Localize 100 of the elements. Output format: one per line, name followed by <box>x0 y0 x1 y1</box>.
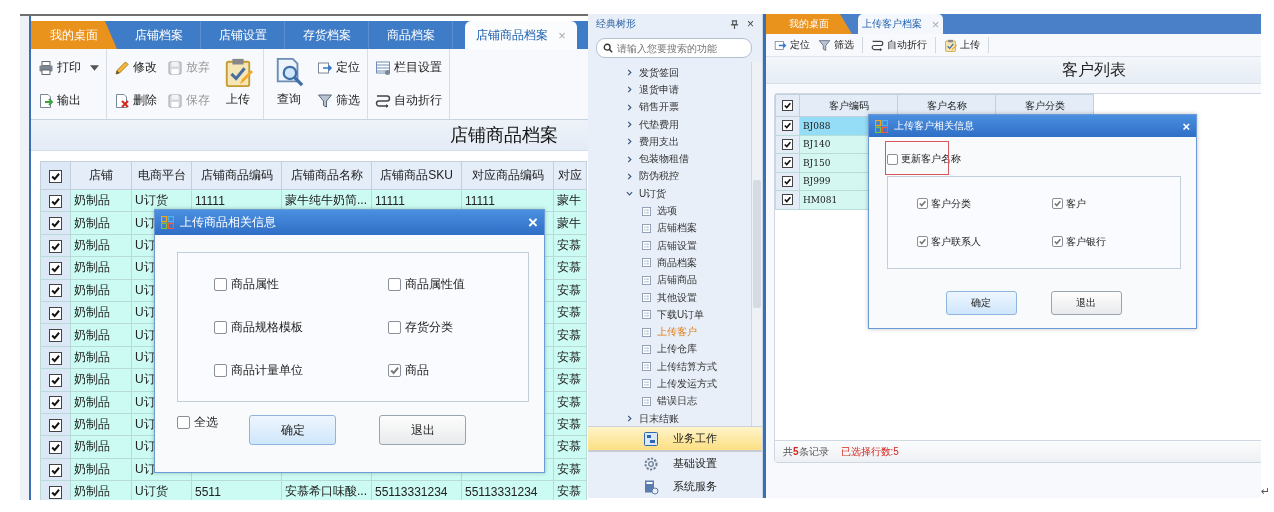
checkbox-option[interactable]: 存货分类 <box>388 318 528 336</box>
column-header[interactable]: 对应 <box>553 161 587 190</box>
column-header[interactable]: 店铺 <box>70 161 132 190</box>
tree-item[interactable]: 下载U订单 <box>588 306 751 324</box>
tab[interactable]: 上传客户档案 × <box>858 14 943 34</box>
chevron-down-icon[interactable] <box>626 190 633 198</box>
dialog-button[interactable]: 退出 <box>379 415 466 445</box>
toolbar-button[interactable]: 上传 <box>217 53 259 115</box>
column-header[interactable]: 店铺商品SKU <box>371 161 462 190</box>
checkbox-option[interactable]: 商品属性值 <box>388 275 528 293</box>
checkbox[interactable] <box>49 262 62 276</box>
column-header[interactable]: 电商平台 <box>131 161 192 190</box>
tree-item[interactable]: U订货 <box>588 185 751 203</box>
dialog-button[interactable]: 退出 <box>1050 291 1122 315</box>
chevron-right-icon[interactable] <box>626 172 633 180</box>
checkbox[interactable] <box>917 236 928 247</box>
tree-item[interactable]: 防伪税控 <box>588 167 751 186</box>
chevron-right-icon[interactable] <box>626 415 633 423</box>
column-header[interactable]: 店铺商品编码 <box>191 161 282 190</box>
checkbox-option[interactable]: 客户 <box>1052 196 1180 211</box>
caret-icon[interactable] <box>90 64 99 71</box>
toolbar-button[interactable]: 自动折行 <box>372 90 445 111</box>
dialog-button[interactable]: 确定 <box>945 291 1017 315</box>
toolbar-button[interactable]: 输出 <box>35 90 102 111</box>
checkbox[interactable] <box>177 416 190 429</box>
toolbar-button[interactable]: 定位 <box>314 57 363 78</box>
nav-item[interactable]: 基础设置 <box>588 452 762 475</box>
checkbox-option[interactable]: 客户分类 <box>917 196 1052 211</box>
nav-item[interactable]: 业务工作 <box>588 427 762 452</box>
checkbox-option[interactable]: 客户银行 <box>1052 234 1180 249</box>
checkbox[interactable] <box>388 363 401 377</box>
tree-item[interactable]: 店铺商品 <box>588 271 751 289</box>
checkbox[interactable] <box>49 329 62 343</box>
checkbox[interactable] <box>388 320 401 334</box>
tree-item[interactable]: 店铺设置 <box>588 236 751 255</box>
chevron-right-icon[interactable] <box>626 138 633 146</box>
nav-item[interactable]: 系统服务 <box>588 475 762 498</box>
checkbox[interactable] <box>49 284 62 298</box>
checkbox[interactable] <box>49 374 62 387</box>
chevron-right-icon[interactable] <box>626 121 633 129</box>
tree-item[interactable]: 发货签回 <box>588 64 751 82</box>
tree-item[interactable]: 其他设置 <box>588 288 751 307</box>
checkbox[interactable] <box>49 485 62 499</box>
checkbox[interactable] <box>214 363 227 377</box>
toolbar-button[interactable]: 修改 <box>111 57 160 78</box>
checkbox[interactable] <box>49 239 62 253</box>
dialog-button[interactable]: 确定 <box>249 415 336 445</box>
checkbox[interactable] <box>782 100 793 112</box>
tree-item[interactable]: 上传仓库 <box>588 340 751 359</box>
tree-item[interactable]: 费用支出 <box>588 133 751 151</box>
tab[interactable]: 店铺商品档案 × <box>465 21 577 49</box>
checkbox[interactable] <box>214 277 227 291</box>
checkbox[interactable] <box>782 157 793 169</box>
tree-item[interactable]: 商品档案 <box>588 254 751 272</box>
toolbar-button[interactable]: 删除 <box>111 90 160 111</box>
pin-icon[interactable] <box>730 19 739 29</box>
scrollbar[interactable] <box>751 62 762 426</box>
tree-item[interactable]: 日末结账 <box>588 409 751 428</box>
toolbar-button[interactable]: 打印 <box>35 57 102 78</box>
close-icon[interactable]: × <box>528 212 538 233</box>
checkbox[interactable] <box>887 153 898 165</box>
column-header[interactable]: 对应商品编码 <box>461 161 554 190</box>
tree-item[interactable]: 错误日志 <box>588 392 751 410</box>
checkbox[interactable] <box>1052 198 1063 209</box>
checkbox[interactable] <box>782 138 793 150</box>
tree-item[interactable]: 店铺档案 <box>588 219 751 237</box>
chevron-right-icon[interactable] <box>626 155 633 163</box>
checkbox[interactable] <box>49 396 62 410</box>
checkbox[interactable] <box>1052 236 1063 247</box>
close-icon[interactable]: × <box>1182 118 1190 134</box>
close-icon[interactable]: × <box>747 17 754 31</box>
checkbox-option[interactable]: 商品计量单位 <box>214 361 388 379</box>
checkbox[interactable] <box>49 418 62 432</box>
checkbox-option[interactable]: 商品属性 <box>214 275 388 293</box>
tree-item[interactable]: 代垫费用 <box>588 115 751 134</box>
checkbox-option[interactable]: 客户联系人 <box>917 234 1052 249</box>
tree-item[interactable]: 上传结算方式 <box>588 358 751 376</box>
tree-item[interactable]: 包装物租借 <box>588 150 751 168</box>
chevron-right-icon[interactable] <box>626 103 633 111</box>
toolbar-button[interactable]: 自动折行 <box>867 37 931 53</box>
checkbox[interactable] <box>49 217 62 231</box>
checkbox[interactable] <box>214 320 227 334</box>
checkbox[interactable] <box>388 277 401 291</box>
tree-item[interactable]: 选项 <box>588 202 751 220</box>
checkbox[interactable] <box>782 120 793 132</box>
column-header[interactable]: 客户编码 <box>799 94 898 117</box>
toolbar-button[interactable]: 上传 <box>940 37 984 53</box>
checkbox[interactable] <box>49 169 62 183</box>
checkbox[interactable] <box>49 306 62 320</box>
checkbox[interactable] <box>49 351 62 365</box>
checkbox[interactable] <box>782 175 793 187</box>
tree-item[interactable]: 销售开票 <box>588 98 751 116</box>
toolbar-button[interactable]: 筛选 <box>314 90 363 111</box>
column-header[interactable]: 店铺商品名称 <box>281 161 372 190</box>
checkbox[interactable] <box>49 463 62 477</box>
search-field[interactable]: 请输入您要搜索的功能 <box>596 38 752 58</box>
checkbox[interactable] <box>782 194 793 206</box>
tree-item[interactable]: 上传发运方式 <box>588 375 751 393</box>
checkbox-option[interactable]: 商品规格模板 <box>214 318 388 336</box>
toolbar-button[interactable]: 查询 <box>268 53 310 115</box>
